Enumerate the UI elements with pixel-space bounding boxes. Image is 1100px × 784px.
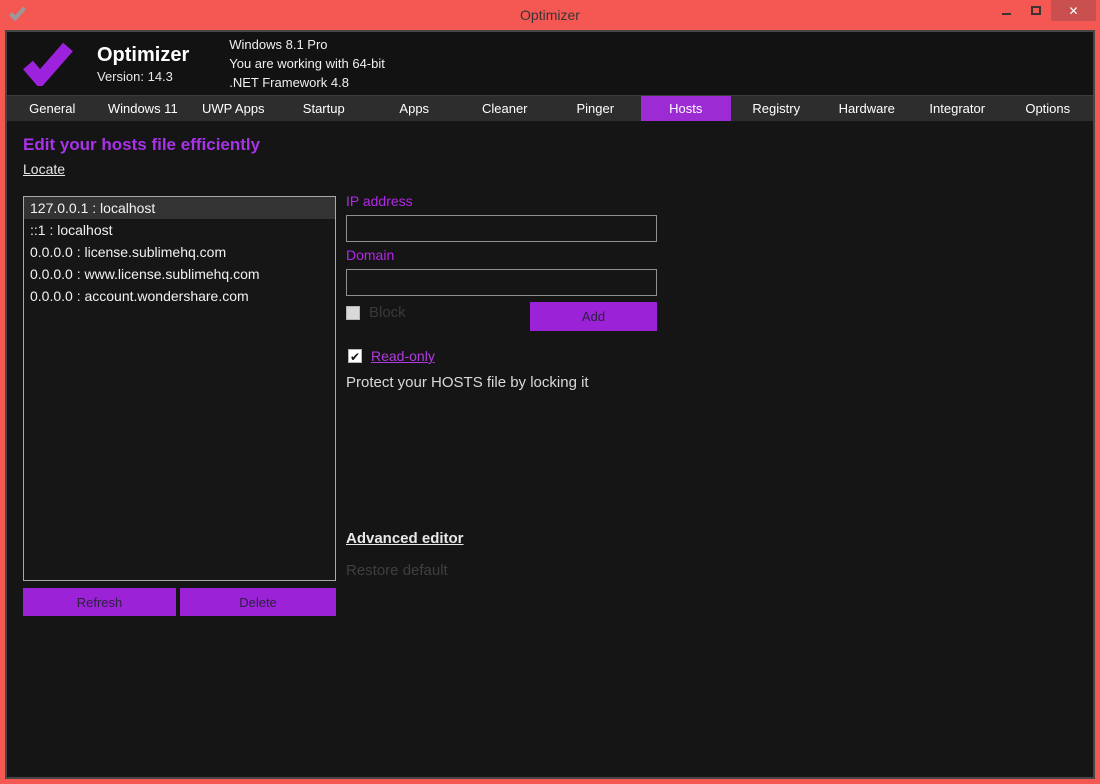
optimizer-window: Optimizer ✕ Optimizer Version: 14.3 Wind… [0,0,1100,784]
tab-uwp-apps[interactable]: UWP Apps [188,96,279,121]
tab-startup[interactable]: Startup [279,96,370,121]
system-info: Windows 8.1 Pro You are working with 64-… [229,35,385,92]
tab-windows-11[interactable]: Windows 11 [98,96,189,121]
delete-button[interactable]: Delete [180,588,336,616]
close-icon: ✕ [1068,4,1078,18]
add-button[interactable]: Add [530,302,657,331]
minimize-button[interactable] [991,0,1021,21]
tab-pinger[interactable]: Pinger [550,96,641,121]
hosts-page: Edit your hosts file efficiently Locate … [7,121,1093,777]
domain-label: Domain [346,247,394,263]
tab-options[interactable]: Options [1003,96,1094,121]
hosts-entries-list[interactable]: 127.0.0.1 : localhost::1 : localhost0.0.… [23,196,336,581]
hosts-entry[interactable]: 127.0.0.1 : localhost [24,197,335,219]
readonly-checkbox[interactable]: ✔ [348,349,362,363]
ip-address-input[interactable] [346,215,657,242]
window-title: Optimizer [0,7,1100,23]
hosts-entry[interactable]: 0.0.0.0 : www.license.sublimehq.com [24,263,335,285]
system-info-os: Windows 8.1 Pro [229,35,385,54]
block-checkbox[interactable] [346,306,360,320]
readonly-option: ✔ Read-only [348,348,435,364]
app-title-block: Optimizer Version: 14.3 [97,43,189,84]
app-name: Optimizer [97,43,189,67]
maximize-icon [1031,6,1041,15]
ip-address-label: IP address [346,193,413,209]
maximize-button[interactable] [1021,0,1051,21]
tab-registry[interactable]: Registry [731,96,822,121]
restore-default-link: Restore default [346,562,448,579]
readonly-label[interactable]: Read-only [371,348,435,364]
minimize-icon [1002,13,1011,15]
app-header: Optimizer Version: 14.3 Windows 8.1 Pro … [7,32,1093,95]
locate-link[interactable]: Locate [23,161,65,177]
domain-input[interactable] [346,269,657,296]
hosts-entry[interactable]: 0.0.0.0 : account.wondershare.com [24,285,335,307]
readonly-description: Protect your HOSTS file by locking it [346,374,589,391]
refresh-button[interactable]: Refresh [23,588,176,616]
tab-general[interactable]: General [7,96,98,121]
app-frame: Optimizer Version: 14.3 Windows 8.1 Pro … [5,30,1095,779]
app-version: Version: 14.3 [97,69,189,84]
system-info-dotnet: .NET Framework 4.8 [229,73,385,92]
window-controls: ✕ [991,0,1096,21]
tab-bar: GeneralWindows 11UWP AppsStartupAppsClea… [7,95,1093,121]
tab-integrator[interactable]: Integrator [912,96,1003,121]
titlebar[interactable]: Optimizer ✕ [0,0,1100,30]
close-button[interactable]: ✕ [1051,0,1096,21]
tab-cleaner[interactable]: Cleaner [460,96,551,121]
block-label: Block [369,304,406,321]
tab-apps[interactable]: Apps [369,96,460,121]
tab-hosts[interactable]: Hosts [641,96,732,121]
page-title: Edit your hosts file efficiently [23,135,260,155]
tab-hardware[interactable]: Hardware [822,96,913,121]
hosts-entry[interactable]: ::1 : localhost [24,219,335,241]
app-logo-check-icon [23,42,73,86]
system-info-arch: You are working with 64-bit [229,54,385,73]
hosts-entry[interactable]: 0.0.0.0 : license.sublimehq.com [24,241,335,263]
block-option: Block [346,304,406,321]
advanced-editor-link[interactable]: Advanced editor [346,530,464,547]
